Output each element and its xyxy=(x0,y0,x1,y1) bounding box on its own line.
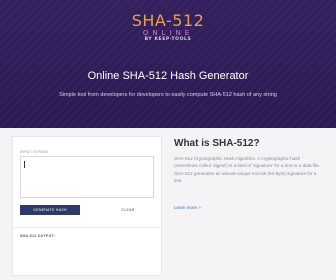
divider xyxy=(12,227,162,228)
logo-byline: BY KEEP-TOOLS xyxy=(144,37,192,42)
page-subtitle: Simple tool from developers for develope… xyxy=(59,92,277,98)
learn-more-link[interactable]: Learn more » xyxy=(174,205,201,210)
output-label: SHA-512 OUTPUT: xyxy=(20,234,56,238)
input-label: INPUT STRING xyxy=(20,150,49,154)
hero-banner: SHA-512 ONLINE BY KEEP-TOOLS Online SHA-… xyxy=(0,0,336,128)
input-string-field[interactable] xyxy=(20,156,154,198)
logo-title: SHA-512 xyxy=(131,11,205,30)
text-cursor xyxy=(24,161,25,168)
clear-button[interactable]: CLEAR xyxy=(108,205,148,215)
info-description: SHA-512 Cryptographic Hash Algorithm. A … xyxy=(174,156,320,184)
site-logo[interactable]: SHA-512 ONLINE BY KEEP-TOOLS xyxy=(0,12,336,43)
generate-hash-button[interactable]: GENERATE HASH xyxy=(20,205,80,215)
logo-subtitle: ONLINE xyxy=(142,29,194,37)
page-title: Online SHA-512 Hash Generator xyxy=(87,70,249,82)
info-title: What is SHA-512? xyxy=(174,138,260,149)
